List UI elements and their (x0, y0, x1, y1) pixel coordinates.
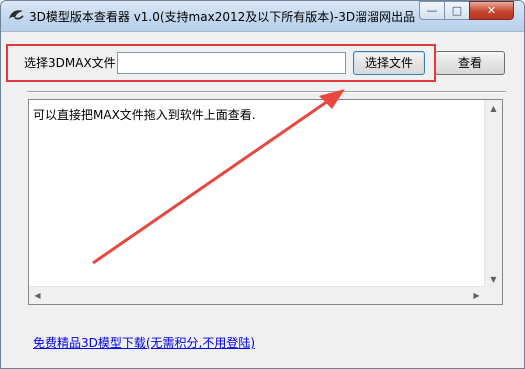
scroll-down-icon[interactable]: ▼ (485, 271, 502, 288)
free-models-link[interactable]: 免费精品3D模型下载(无需积分,不用登陆) (33, 334, 255, 351)
view-button[interactable]: 查看 (435, 51, 505, 75)
scroll-up-icon[interactable]: ▲ (485, 100, 502, 117)
divider (27, 91, 506, 93)
minimize-button[interactable]: — (419, 1, 445, 20)
choose-file-button[interactable]: 选择文件 (353, 51, 425, 75)
maximize-icon: □ (451, 4, 463, 17)
maximize-button[interactable]: □ (444, 1, 470, 20)
output-textarea[interactable]: 可以直接把MAX文件拖入到软件上面查看. ▲ ▼ ◀ ▶ (28, 99, 503, 305)
file-path-input[interactable] (117, 52, 346, 74)
scroll-left-icon[interactable]: ◀ (29, 287, 46, 304)
file-select-label: 选择3DMAX文件: (24, 56, 120, 70)
app-window: 3D模型版本查看器 v1.0(支持max2012及以下所有版本)-3D溜溜网出品… (0, 0, 525, 369)
scroll-right-icon[interactable]: ▶ (468, 287, 485, 304)
close-icon: ✕ (486, 4, 497, 17)
title-bar[interactable]: 3D模型版本查看器 v1.0(支持max2012及以下所有版本)-3D溜溜网出品… (1, 1, 524, 32)
vertical-scrollbar[interactable]: ▲ ▼ (484, 100, 502, 288)
minimize-icon: — (426, 4, 438, 17)
window-title: 3D模型版本查看器 v1.0(支持max2012及以下所有版本)-3D溜溜网出品 (29, 10, 416, 24)
app-logo-icon (9, 10, 24, 20)
horizontal-scrollbar[interactable]: ◀ ▶ (29, 286, 485, 304)
output-text: 可以直接把MAX文件拖入到软件上面查看. (33, 108, 256, 122)
scrollbar-corner (485, 287, 502, 304)
close-button[interactable]: ✕ (469, 1, 514, 20)
